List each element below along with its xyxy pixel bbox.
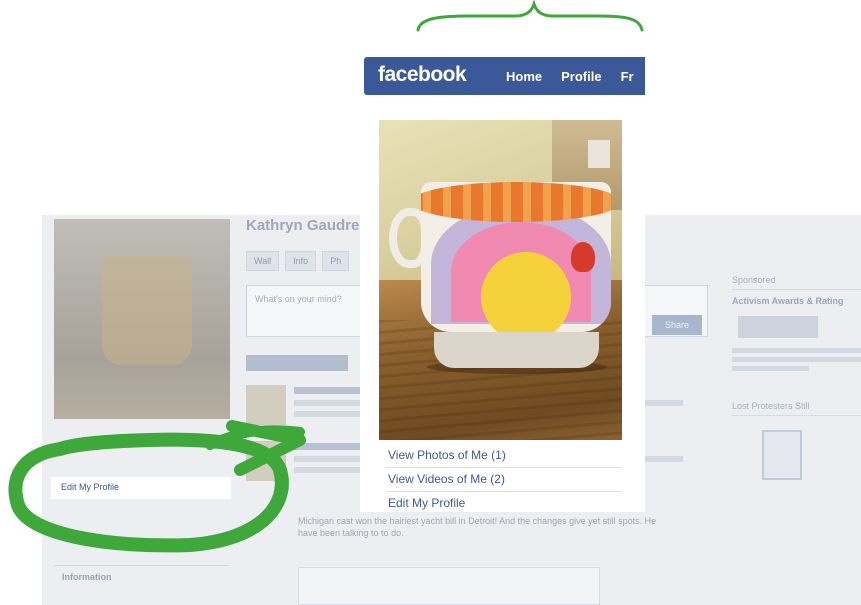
right-section-heading: Lost Protesters Still — [732, 401, 861, 416]
background-comment-box — [298, 567, 600, 605]
ad-logo — [738, 316, 818, 338]
story-thumbnail — [246, 441, 286, 481]
facebook-top-bar: facebook Home Profile Fr — [364, 57, 645, 95]
background-tab-info[interactable]: Info — [285, 251, 317, 271]
mug-illustration — [421, 182, 611, 332]
background-right-column: Sponsored Activism Awards & Rating Lost … — [732, 275, 861, 494]
background-profile-name: Kathryn Gaudreau — [246, 217, 377, 234]
background-filter-pill[interactable] — [246, 355, 348, 371]
edit-profile-link-small[interactable]: Edit My Profile — [61, 482, 119, 492]
background-tab-wall[interactable]: Wall — [246, 251, 280, 271]
background-share-button[interactable]: Share — [652, 315, 702, 335]
view-videos-link[interactable]: View Videos of Me (2) — [386, 468, 622, 492]
edit-profile-highlight[interactable]: Edit My Profile — [51, 477, 231, 499]
nav-friends[interactable]: Fr — [621, 69, 634, 84]
profile-photo[interactable] — [379, 120, 622, 440]
background-tab-photos[interactable]: Ph — [322, 251, 350, 271]
mug-base — [434, 332, 599, 368]
right-heading: Sponsored — [732, 275, 861, 290]
nav-home[interactable]: Home — [506, 69, 542, 84]
nav-profile[interactable]: Profile — [561, 69, 601, 84]
background-info-section: Information — [54, 565, 230, 586]
status-placeholder: What's on your mind? — [255, 294, 342, 304]
computer-icon — [762, 430, 802, 480]
info-heading: Information — [62, 572, 112, 582]
background-tabs: Wall Info Ph — [246, 251, 350, 271]
story-thumbnail — [246, 385, 286, 425]
profile-card-zoom: facebook Home Profile Fr View Photos of … — [360, 57, 645, 512]
view-photos-link[interactable]: View Photos of Me (1) — [386, 444, 622, 468]
facebook-logo[interactable]: facebook — [378, 63, 467, 87]
right-ad-title[interactable]: Activism Awards & Rating — [732, 296, 861, 306]
background-mug-ghost — [102, 255, 192, 365]
curly-brace-icon — [416, 0, 644, 32]
edit-my-profile-link[interactable]: Edit My Profile — [386, 492, 622, 512]
profile-links: View Photos of Me (1) View Videos of Me … — [386, 444, 622, 512]
top-navigation: Home Profile Fr — [506, 69, 634, 84]
background-long-post: Michigan cast won the hairiest yacht bil… — [298, 516, 657, 538]
